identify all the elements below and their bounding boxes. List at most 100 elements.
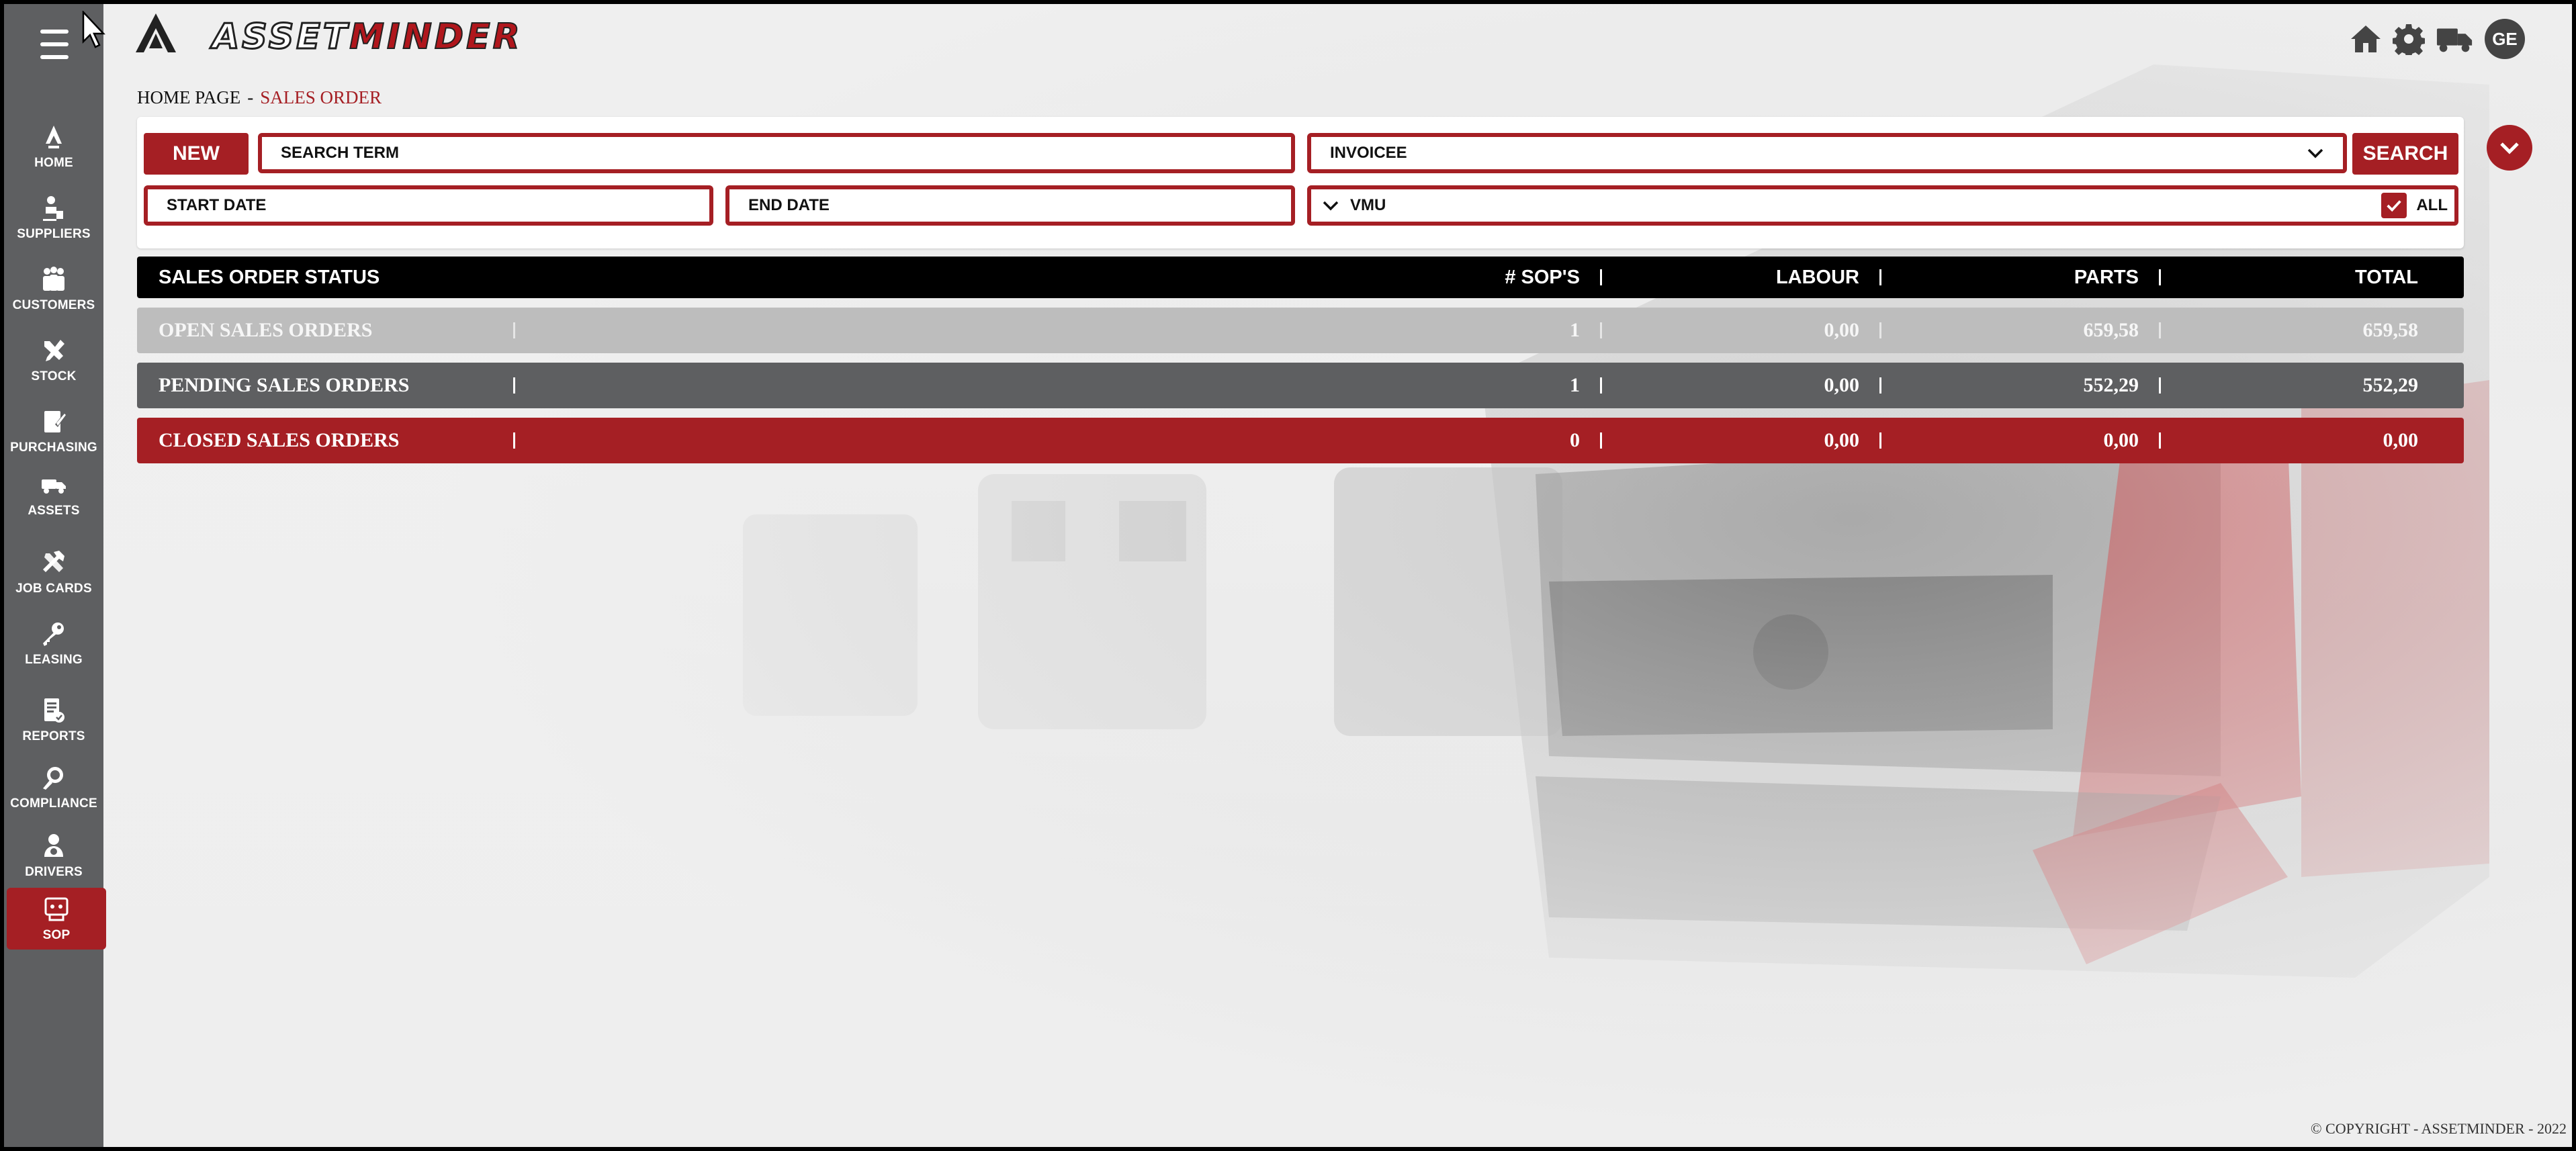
collapse-filters-button[interactable] (2487, 125, 2532, 171)
search-button[interactable]: SEARCH (2352, 133, 2458, 175)
header-actions: GE (2349, 19, 2525, 59)
start-date-input[interactable] (167, 189, 691, 222)
settings-button[interactable] (2392, 22, 2426, 56)
tools-icon (44, 340, 64, 361)
row-parts-value: 0,00 (2103, 429, 2139, 451)
row-total-value: 0,00 (2383, 429, 2419, 451)
column-divider (1600, 269, 1602, 285)
sidebar: HOME SUPPLIERS CUSTOMERS STOCK PURCHASIN… (4, 4, 106, 1147)
invoicee-select[interactable]: INVOICEE (1307, 133, 2347, 173)
sidebar-item-leasing[interactable]: LEASING (4, 602, 103, 667)
hamburger-line (40, 42, 69, 46)
mouse-cursor-icon (82, 11, 105, 48)
truck-icon (42, 479, 66, 494)
table-row-pending-sales-orders[interactable]: PENDING SALES ORDERS 1 0,00 552,29 552,2… (137, 363, 2464, 408)
user-avatar[interactable]: GE (2485, 19, 2525, 59)
invoicee-selected-value: INVOICEE (1330, 144, 1407, 162)
search-term-field[interactable] (258, 133, 1295, 173)
sidebar-item-assets[interactable]: ASSETS (4, 453, 103, 518)
column-divider (513, 377, 515, 394)
column-divider (2159, 322, 2161, 338)
breadcrumb: HOME PAGE - SALES ORDER (137, 87, 382, 108)
sidebar-item-label: JOB CARDS (15, 582, 92, 596)
breadcrumb-home-link[interactable]: HOME PAGE (137, 87, 240, 107)
row-status-name: PENDING SALES ORDERS (159, 374, 410, 396)
column-divider (1879, 432, 1881, 449)
row-status-name: CLOSED SALES ORDERS (159, 429, 400, 451)
column-divider (1879, 377, 1881, 394)
row-status-name: OPEN SALES ORDERS (159, 319, 373, 341)
row-labour-value: 0,00 (1824, 374, 1860, 396)
row-sops-count: 1 (1570, 374, 1580, 396)
sidebar-item-sop[interactable]: SOP (7, 888, 106, 950)
chevron-down-icon (1323, 201, 1339, 211)
breadcrumb-separator: - (247, 87, 254, 107)
sidebar-item-suppliers[interactable]: SUPPLIERS (4, 176, 103, 242)
key-icon (43, 623, 64, 646)
sidebar-item-job-cards[interactable]: JOB CARDS (4, 531, 103, 596)
row-sops-count: 1 (1570, 319, 1580, 341)
wrench-icon (43, 551, 64, 572)
sidebar-item-customers[interactable]: CUSTOMERS (4, 247, 103, 313)
column-divider (1600, 322, 1602, 338)
row-labour-value: 0,00 (1824, 319, 1860, 341)
purchasing-icon (44, 411, 66, 432)
column-divider (1600, 432, 1602, 449)
chevron-down-icon (2307, 148, 2323, 158)
sidebar-item-purchasing[interactable]: PURCHASING (4, 389, 103, 455)
breadcrumb-current: SALES ORDER (260, 87, 382, 107)
sidebar-item-stock[interactable]: STOCK (4, 318, 103, 384)
row-total-value: 552,29 (2362, 374, 2419, 396)
sidebar-item-label: HOME (34, 156, 73, 170)
end-date-field[interactable] (725, 185, 1295, 226)
vmu-selected-value: VMU (1350, 196, 1386, 214)
sidebar-item-reports[interactable]: REPORTS (4, 678, 103, 744)
column-divider (513, 432, 515, 449)
vmu-select[interactable]: VMU ALL (1307, 185, 2458, 226)
logo-text-minder: MINDER (349, 17, 523, 57)
column-header-sops: # SOP'S (1505, 266, 1580, 288)
sidebar-item-label: ASSETS (28, 504, 80, 518)
menu-toggle-button[interactable] (31, 26, 78, 63)
app-window: HOME SUPPLIERS CUSTOMERS STOCK PURCHASIN… (4, 4, 2572, 1147)
start-date-field[interactable] (144, 185, 713, 226)
supplier-icon (43, 196, 63, 221)
hamburger-line (40, 30, 69, 34)
sidebar-item-compliance[interactable]: COMPLIANCE (4, 745, 103, 811)
fleet-button[interactable] (2435, 22, 2475, 56)
column-divider (1600, 377, 1602, 394)
row-labour-value: 0,00 (1824, 429, 1860, 451)
column-header-status: SALES ORDER STATUS (159, 266, 380, 288)
row-sops-count: 0 (1570, 429, 1580, 451)
app-logo-text: ASSETMINDER (211, 17, 523, 58)
logo-text-asset: ASSET (211, 17, 350, 58)
table-row-open-sales-orders[interactable]: OPEN SALES ORDERS 1 0,00 659,58 659,58 (137, 308, 2464, 353)
column-divider (2159, 377, 2161, 394)
assetminder-logo-icon (136, 13, 176, 52)
sidebar-item-label: SOP (42, 928, 71, 942)
new-sales-order-button[interactable]: NEW (144, 133, 249, 175)
home-icon (2351, 26, 2381, 52)
table-header: SALES ORDER STATUS # SOP'S LABOUR PARTS … (137, 257, 2464, 298)
copyright-text: © COPYRIGHT - ASSETMINDER - 2022 (2310, 1120, 2567, 1137)
row-total-value: 659,58 (2362, 319, 2419, 341)
sales-order-status-table: SALES ORDER STATUS # SOP'S LABOUR PARTS … (137, 257, 2464, 463)
gear-icon (2393, 24, 2425, 55)
all-checkbox-label: ALL (2416, 196, 2448, 214)
sidebar-item-label: SUPPLIERS (17, 227, 91, 241)
home-button[interactable] (2349, 22, 2383, 56)
checkmark-icon (2387, 200, 2402, 212)
column-divider (2159, 269, 2161, 285)
sidebar-item-label: STOCK (31, 369, 77, 383)
end-date-input[interactable] (748, 189, 1272, 222)
sidebar-item-home[interactable]: HOME (4, 105, 103, 171)
sidebar-item-drivers[interactable]: DRIVERS (4, 814, 103, 880)
table-row-closed-sales-orders[interactable]: CLOSED SALES ORDERS 0 0,00 0,00 0,00 (137, 418, 2464, 463)
search-term-input[interactable] (281, 137, 1272, 169)
all-checkbox[interactable] (2381, 193, 2407, 218)
row-parts-value: 552,29 (2083, 374, 2139, 396)
customers-icon (43, 267, 64, 291)
column-divider (513, 322, 515, 338)
sop-icon (44, 897, 69, 921)
sidebar-item-label: COMPLIANCE (10, 796, 97, 811)
